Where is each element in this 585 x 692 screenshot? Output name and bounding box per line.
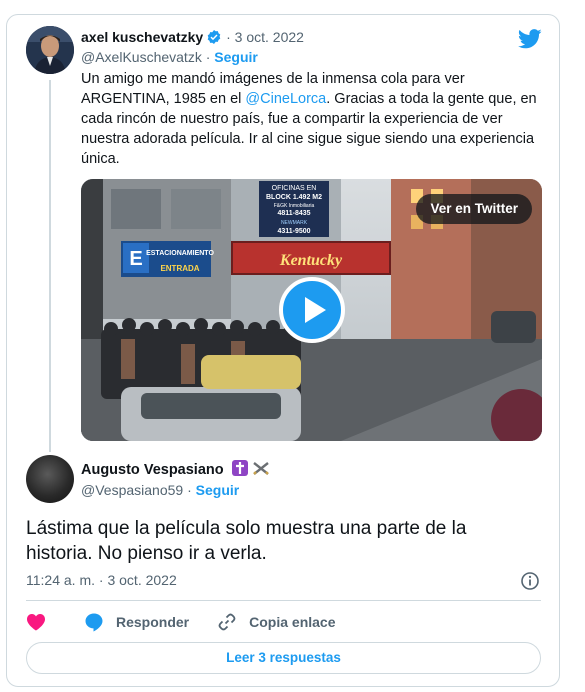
copy-link-label: Copia enlace [249, 614, 336, 630]
marquee-text: Kentucky [279, 252, 343, 269]
reply-date: 3 oct. 2022 [107, 572, 177, 588]
parking-sign-text: ESTACIONAMIENTO [146, 250, 214, 257]
verified-badge-icon [206, 29, 222, 48]
reply-timestamp[interactable]: 11:24 a. m. · 3 oct. 2022 [26, 572, 177, 588]
author-name[interactable]: axel kuschevatzky [81, 29, 203, 45]
sign-line-5: NEWMARK [281, 220, 308, 226]
mention-link[interactable]: @CineLorca [245, 91, 326, 107]
parking-sub-text: ENTRADA [160, 264, 199, 273]
reply-author-name-row: Augusto Vespasiano [81, 460, 272, 480]
author-name-row: axel kuschevatzky · 3 oct. 2022 [81, 29, 304, 48]
reply-label: Responder [116, 614, 190, 630]
reply-button[interactable]: Responder [84, 612, 189, 632]
tweet-text: Un amigo me mandó imágenes de la inmensa… [81, 69, 541, 169]
read-replies-button[interactable]: Leer 3 respuestas [26, 642, 541, 674]
reply-icon [85, 613, 103, 632]
date-sep: · [226, 29, 231, 45]
link-icon [218, 613, 236, 631]
reply-follow-button[interactable]: Seguir [196, 482, 240, 498]
author-handle[interactable]: @AxelKuschevatzk [81, 49, 202, 65]
sign-line-3: F&GK Inmobiliaria [274, 203, 315, 209]
reply-time: 11:24 a. m. [26, 572, 96, 588]
follow-button[interactable]: Seguir [214, 49, 258, 65]
copy-link-button[interactable]: Copia enlace [217, 612, 336, 632]
author-handle-row: @AxelKuschevatzk · Seguir [81, 49, 258, 65]
handle-sep: · [205, 49, 215, 65]
play-icon[interactable] [279, 277, 345, 343]
sign-line-4: 4811-8435 [277, 210, 310, 217]
twitter-bird-icon[interactable] [517, 29, 542, 54]
handle-sep: · [187, 482, 196, 498]
author-avatar[interactable] [26, 26, 74, 74]
sign-line-1: OFICINAS EN [272, 185, 317, 192]
meta-sep: · [98, 572, 104, 588]
video-thumbnail[interactable]: E ESTACIONAMIENTO ENTRADA OFICINAS EN BL… [81, 179, 542, 441]
sign-line-6: 4311-9500 [277, 228, 310, 235]
info-icon[interactable] [520, 571, 540, 596]
svg-text:E: E [129, 248, 142, 270]
action-bar: Responder Copia enlace [26, 611, 336, 633]
reply-text: Lástima que la película solo muestra una… [26, 518, 467, 564]
reply-author-handle[interactable]: @Vespasiano59 [81, 482, 183, 498]
heart-icon [27, 614, 45, 631]
divider [26, 600, 541, 601]
thread-line [49, 80, 51, 452]
reply-author-handle-row: @Vespasiano59 · Seguir [81, 482, 239, 498]
reply-author-avatar[interactable] [26, 455, 74, 503]
like-button[interactable] [26, 613, 46, 631]
tweet-date[interactable]: 3 oct. 2022 [235, 29, 304, 45]
reply-author-name[interactable]: Augusto Vespasiano [81, 462, 224, 478]
sign-line-2: BLOCK 1.492 M2 [266, 194, 322, 201]
emoji-badges [231, 460, 272, 480]
watch-on-twitter-button[interactable]: Ver en Twitter [416, 194, 532, 224]
